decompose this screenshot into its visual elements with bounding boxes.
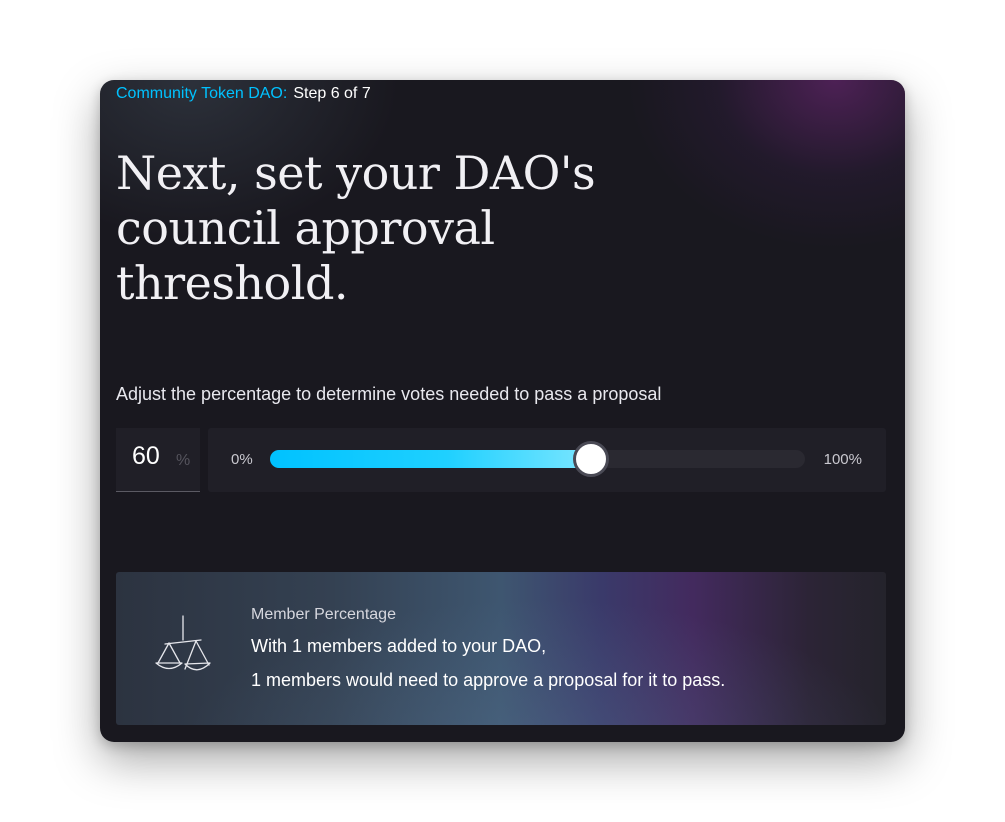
threshold-input-box[interactable]: % [116, 428, 200, 492]
threshold-slider[interactable] [270, 441, 805, 477]
slider-max-label: 100% [823, 451, 862, 468]
dao-type-label: Community Token DAO: [116, 85, 288, 102]
slider-fill [270, 450, 591, 468]
threshold-input[interactable] [132, 442, 168, 471]
percent-sign: % [176, 452, 191, 469]
wizard-card: Community Token DAO: Step 6 of 7 Next, se… [100, 80, 905, 742]
threshold-slider-box: 0% 100% [208, 428, 886, 492]
info-title: Member Percentage [251, 606, 396, 623]
step-indicator: Community Token DAO: Step 6 of 7 [116, 85, 371, 103]
page-title: Next, set your DAO's council approval th… [116, 146, 596, 310]
info-members-added: With 1 members added to your DAO, [251, 636, 547, 656]
scale-icon [155, 615, 211, 671]
slider-thumb[interactable] [573, 441, 609, 477]
step-counter: Step 6 of 7 [293, 85, 371, 102]
info-members-required: 1 members would need to approve a propos… [251, 670, 726, 690]
slider-min-label: 0% [231, 451, 253, 468]
slider-instruction: Adjust the percentage to determine votes… [116, 384, 662, 404]
member-percentage-panel: Member Percentage With 1 members added t… [116, 572, 886, 725]
